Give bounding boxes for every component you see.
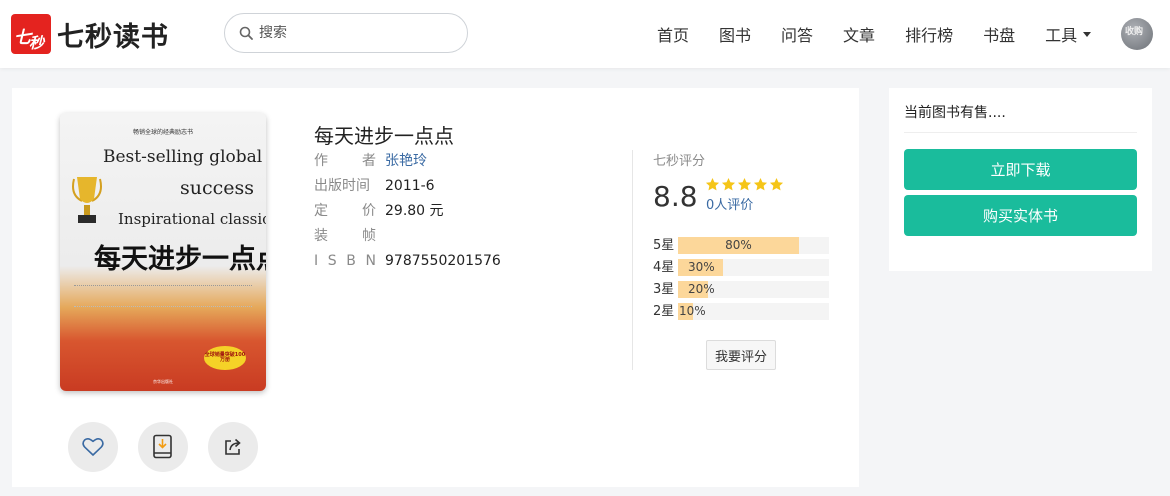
search-icon bbox=[239, 26, 253, 40]
rating-bar-label: 4星 bbox=[653, 260, 675, 275]
nav-label: 书盘 bbox=[983, 26, 1016, 45]
rate-button[interactable]: 我要评分 bbox=[706, 340, 776, 370]
rating-bar-label: 5星 bbox=[653, 238, 675, 253]
key-char: I bbox=[314, 253, 319, 269]
rating-bar-track: 10% bbox=[678, 303, 829, 320]
key-char: 作 bbox=[314, 153, 328, 169]
nav-label: 图书 bbox=[719, 26, 752, 45]
cover-sales-seal: 全球销量突破100万册 bbox=[204, 346, 246, 370]
rating-bar-track: 80% bbox=[678, 237, 829, 254]
star-icon bbox=[769, 177, 784, 191]
meta-key: 出版时间 bbox=[314, 178, 370, 194]
search-input[interactable] bbox=[259, 25, 439, 41]
rating-bar-percent: 80% bbox=[725, 238, 752, 252]
rating-score: 8.8 bbox=[653, 180, 698, 213]
star-icon bbox=[753, 177, 768, 191]
share-icon bbox=[225, 438, 241, 455]
search-box[interactable] bbox=[224, 13, 468, 53]
rating-bar-track: 20% bbox=[678, 281, 829, 298]
logo-mark: 七 秒 bbox=[11, 14, 51, 54]
vertical-divider bbox=[632, 150, 633, 370]
site-logo[interactable]: 七 秒 七秒读书 bbox=[11, 14, 169, 54]
share-button[interactable] bbox=[208, 422, 258, 472]
nav-label: 首页 bbox=[657, 26, 690, 45]
cover-zh-title: 每天进步一点点 bbox=[94, 244, 266, 275]
download-book-button[interactable] bbox=[138, 422, 188, 472]
heart-icon bbox=[82, 437, 104, 456]
meta-value: 9787550201576 bbox=[385, 253, 501, 269]
rating-bar-row: 2星 10% bbox=[653, 303, 831, 320]
key-char: 装 bbox=[314, 228, 328, 244]
nav-item-qa[interactable]: 问答 bbox=[766, 22, 828, 46]
nav-label: 问答 bbox=[781, 26, 814, 45]
top-header: 七 秒 七秒读书 首页 图书 问答 文章 排行榜 书盘 工具 收购 bbox=[0, 0, 1170, 68]
meta-key: 作者 bbox=[314, 151, 376, 171]
nav-item-home[interactable]: 首页 bbox=[642, 22, 704, 46]
meta-key: 装帧 bbox=[314, 226, 376, 246]
purchase-panel: 当前图书有售.... 立即下载 购买实体书 bbox=[889, 88, 1152, 271]
rating-bar-percent: 20% bbox=[688, 282, 715, 296]
purchase-panel-title: 当前图书有售.... bbox=[904, 105, 1006, 121]
rating-label: 七秒评分 bbox=[653, 154, 706, 169]
cover-en-line1: Best-selling global bbox=[103, 147, 263, 167]
nav-item-tools[interactable]: 工具 bbox=[1030, 22, 1106, 46]
meta-value: 2011-6 bbox=[385, 178, 435, 194]
avatar-text: 收购 bbox=[1125, 27, 1144, 37]
key-char: 价 bbox=[362, 203, 376, 219]
rating-bar-label: 3星 bbox=[653, 282, 675, 297]
star-icon bbox=[721, 177, 736, 191]
rating-count[interactable]: 0人评价 bbox=[706, 194, 753, 213]
nav-label: 文章 bbox=[843, 26, 876, 45]
chevron-down-icon bbox=[1083, 31, 1092, 37]
key-char: 帧 bbox=[362, 228, 376, 244]
key-char: 者 bbox=[362, 153, 376, 169]
user-avatar[interactable]: 收购 bbox=[1121, 18, 1153, 50]
nav-item-articles[interactable]: 文章 bbox=[828, 22, 890, 46]
nav-label: 排行榜 bbox=[905, 26, 954, 45]
rating-stars bbox=[705, 177, 784, 192]
buy-physical-book-button[interactable]: 购买实体书 bbox=[904, 195, 1137, 236]
key-char: N bbox=[365, 253, 376, 269]
nav-label: 工具 bbox=[1045, 26, 1078, 45]
book-detail-card: 畅销全球的经典励志书 Best-selling global success I… bbox=[12, 88, 859, 487]
key-char: 定 bbox=[314, 203, 328, 219]
rating-bar-percent: 10% bbox=[679, 304, 706, 318]
rating-bar-label: 2星 bbox=[653, 304, 675, 319]
main-nav: 首页 图书 问答 文章 排行榜 书盘 工具 bbox=[642, 0, 1106, 68]
nav-item-ranking[interactable]: 排行榜 bbox=[890, 22, 968, 46]
meta-key: ISBN bbox=[314, 251, 376, 271]
star-icon bbox=[737, 177, 752, 191]
book-download-icon bbox=[153, 434, 172, 459]
meta-value: 29.80 元 bbox=[385, 203, 444, 219]
meta-key: 定价 bbox=[314, 201, 376, 221]
nav-item-bookdisk[interactable]: 书盘 bbox=[968, 22, 1030, 46]
author-link[interactable]: 张艳玲 bbox=[385, 151, 427, 171]
cover-series: 畅销全球的经典励志书 bbox=[132, 129, 193, 136]
rating-bar-row: 5星 80% bbox=[653, 237, 831, 254]
cover-en-line3: Inspirational classic bbox=[118, 210, 266, 228]
download-now-button[interactable]: 立即下载 bbox=[904, 149, 1137, 190]
favorite-button[interactable] bbox=[68, 422, 118, 472]
cover-en-line2: success bbox=[180, 177, 255, 199]
book-cover-image: 畅销全球的经典励志书 Best-selling global success I… bbox=[60, 113, 266, 391]
rating-bar-row: 3星 20% bbox=[653, 281, 831, 298]
panel-divider bbox=[904, 132, 1137, 133]
rating-bar-track: 30% bbox=[678, 259, 829, 276]
key-char: S bbox=[327, 253, 337, 269]
nav-item-books[interactable]: 图书 bbox=[704, 22, 766, 46]
trophy-icon bbox=[72, 177, 102, 223]
key-char: B bbox=[346, 253, 356, 269]
cover-publisher: 京华出版社 bbox=[153, 379, 173, 384]
cover-blurb bbox=[74, 285, 252, 307]
star-icon bbox=[705, 177, 720, 191]
rating-bar-percent: 30% bbox=[688, 260, 715, 274]
logo-mark-char-2: 秒 bbox=[29, 34, 45, 52]
rating-bar-row: 4星 30% bbox=[653, 259, 831, 276]
site-name: 七秒读书 bbox=[57, 21, 169, 53]
book-title: 每天进步一点点 bbox=[314, 124, 454, 148]
